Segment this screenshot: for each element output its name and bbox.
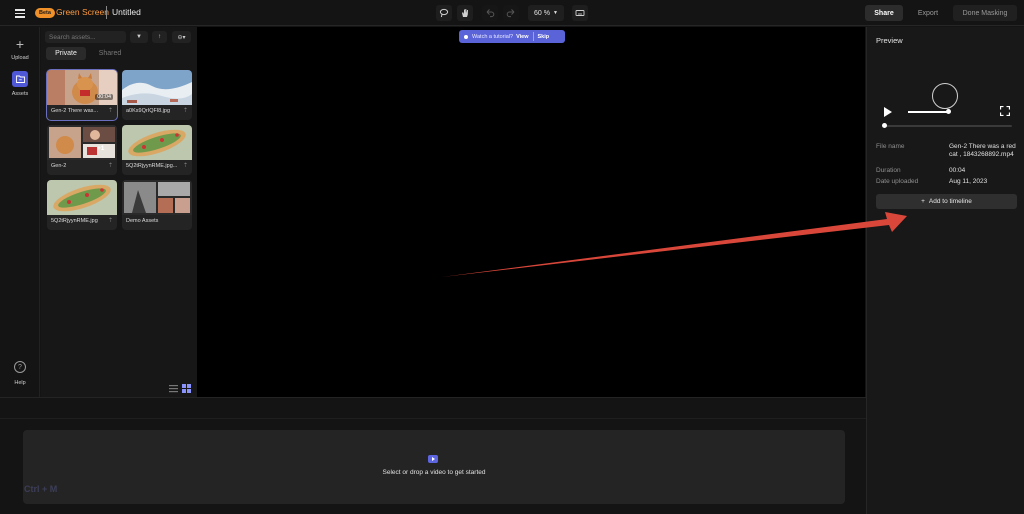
seek-bar[interactable]: [883, 125, 1012, 127]
help-label: Help: [14, 380, 26, 386]
asset-label: Gen-2: [51, 163, 67, 169]
keyboard-icon[interactable]: [572, 5, 588, 21]
duration-value: 00:04: [949, 167, 966, 174]
left-rail: + Upload Assets ? Help: [0, 27, 40, 397]
preview-title: Preview: [876, 36, 903, 45]
pin-icon[interactable]: ⇡: [183, 162, 188, 169]
options-icon: ⊖▾: [177, 34, 186, 41]
undo-icon[interactable]: [482, 5, 498, 21]
tutorial-view-link[interactable]: View: [516, 34, 528, 40]
zoom-value: 60 %: [534, 9, 550, 17]
duration-badge: 00:04: [95, 94, 113, 100]
pin-icon[interactable]: ⇡: [108, 217, 113, 224]
upload-asset-button[interactable]: ↑: [152, 31, 167, 43]
share-button[interactable]: Share: [865, 5, 903, 21]
document-title[interactable]: Untitled: [112, 7, 141, 17]
video-canvas[interactable]: Watch a tutorial? View Skip: [197, 27, 865, 397]
pin-icon[interactable]: ⇡: [108, 107, 113, 114]
hand-icon[interactable]: [457, 5, 473, 21]
asset-label: 5Q2tRjyynRME.jpg...: [126, 163, 178, 169]
asset-label: 5Q2tRjyynRME.jpg: [51, 218, 98, 224]
asset-folder-card[interactable]: Demo Assets: [122, 180, 192, 230]
video-dropzone[interactable]: Select or drop a video to get started: [23, 430, 845, 504]
tutorial-divider: [532, 32, 534, 41]
asset-card[interactable]: 5Q2tRjyynRME.jpg ⇡: [47, 180, 117, 230]
add-to-timeline-label: Add to timeline: [928, 198, 972, 205]
more-options-button[interactable]: ⊖▾: [172, 31, 191, 43]
tab-private[interactable]: Private: [46, 47, 86, 60]
upload-label: Upload: [11, 55, 29, 61]
file-name-label: File name: [876, 143, 905, 150]
filter-icon: ▼: [136, 34, 142, 40]
pin-icon[interactable]: ⇡: [108, 162, 113, 169]
assets-button[interactable]: Assets: [0, 71, 40, 97]
asset-folder-card[interactable]: +1 Gen-2 ⇡: [47, 125, 117, 175]
tutorial-banner: Watch a tutorial? View Skip: [459, 30, 565, 43]
export-button[interactable]: Export: [908, 5, 948, 21]
title-divider: [106, 6, 107, 19]
done-masking-button[interactable]: Done Masking: [953, 5, 1017, 21]
app-name: Green Screen: [56, 7, 109, 17]
volume-slider[interactable]: [908, 111, 948, 113]
pin-icon[interactable]: ⇡: [183, 107, 188, 114]
dropzone-text: Select or drop a video to get started: [382, 469, 486, 476]
date-uploaded-value: Aug 11, 2023: [949, 178, 988, 185]
tutorial-text: Watch a tutorial?: [472, 33, 514, 40]
assets-panel: ▼ ↑ ⊖▾ Private Shared 00:04 Gen-2 There …: [41, 27, 197, 397]
timeline-divider: [0, 418, 866, 419]
grid-view-icon[interactable]: [182, 384, 191, 393]
asset-card[interactable]: 00:04 Gen-2 There was... ⇡: [46, 69, 118, 121]
video-icon: [428, 455, 438, 463]
asset-tabs: Private Shared: [46, 47, 192, 60]
plus-icon: +: [15, 36, 25, 52]
seek-handle[interactable]: [882, 123, 887, 128]
asset-label: Demo Assets: [126, 218, 159, 224]
shortcut-hint: Ctrl + M: [24, 484, 58, 494]
asset-thumbnail: [122, 70, 192, 105]
add-to-timeline-button[interactable]: + Add to timeline: [876, 194, 1017, 209]
search-input[interactable]: [45, 31, 126, 43]
zoom-chevron-icon: ▼: [553, 10, 558, 16]
asset-thumbnail: [47, 125, 117, 160]
date-uploaded-label: Date uploaded: [876, 178, 919, 185]
fullscreen-icon[interactable]: [1000, 106, 1010, 116]
asset-label: a0Ks9QrIQFl8.jpg: [126, 108, 171, 114]
tab-shared[interactable]: Shared: [90, 47, 130, 60]
asset-label: Gen-2 There was...: [51, 108, 98, 114]
asset-thumbnail: [122, 180, 192, 215]
info-dot-icon: [464, 34, 468, 39]
asset-thumbnail: [47, 180, 117, 215]
file-name-value: Gen-2 There was a red cat , 1843268892.m…: [949, 143, 1016, 158]
folder-icon: [12, 71, 28, 87]
preview-panel: Preview File name Gen-2 There was a red …: [866, 27, 1024, 514]
zoom-select[interactable]: 60 % ▼: [528, 5, 564, 21]
duration-label: Duration: [876, 167, 901, 174]
plus-icon: +: [921, 198, 925, 205]
assets-label: Assets: [11, 91, 29, 97]
beta-badge: Beta: [35, 8, 55, 18]
upload-button[interactable]: + Upload: [0, 37, 40, 61]
arrow-up-icon: ↑: [158, 34, 161, 40]
play-icon[interactable]: [884, 107, 892, 117]
asset-card[interactable]: 5Q2tRjyynRME.jpg... ⇡: [122, 125, 192, 175]
asset-thumbnail: [122, 125, 192, 160]
timeline-panel: Select or drop a video to get started Ct…: [0, 397, 866, 514]
lasso-icon[interactable]: [436, 5, 452, 21]
preview-player: [876, 59, 1017, 137]
volume-handle[interactable]: [946, 109, 951, 114]
tutorial-skip-link[interactable]: Skip: [538, 34, 550, 40]
menu-icon[interactable]: [14, 7, 26, 19]
filter-button[interactable]: ▼: [130, 31, 148, 43]
list-view-icon[interactable]: [169, 384, 178, 393]
help-icon: ?: [14, 361, 26, 373]
redo-icon[interactable]: [503, 5, 519, 21]
help-button[interactable]: ? Help: [0, 361, 40, 386]
loading-spinner: [932, 83, 958, 109]
asset-card[interactable]: a0Ks9QrIQFl8.jpg ⇡: [122, 70, 192, 120]
more-count: +1: [97, 145, 105, 152]
top-bar: Beta Green Screen Untitled 60 % ▼ Share …: [0, 0, 1024, 26]
